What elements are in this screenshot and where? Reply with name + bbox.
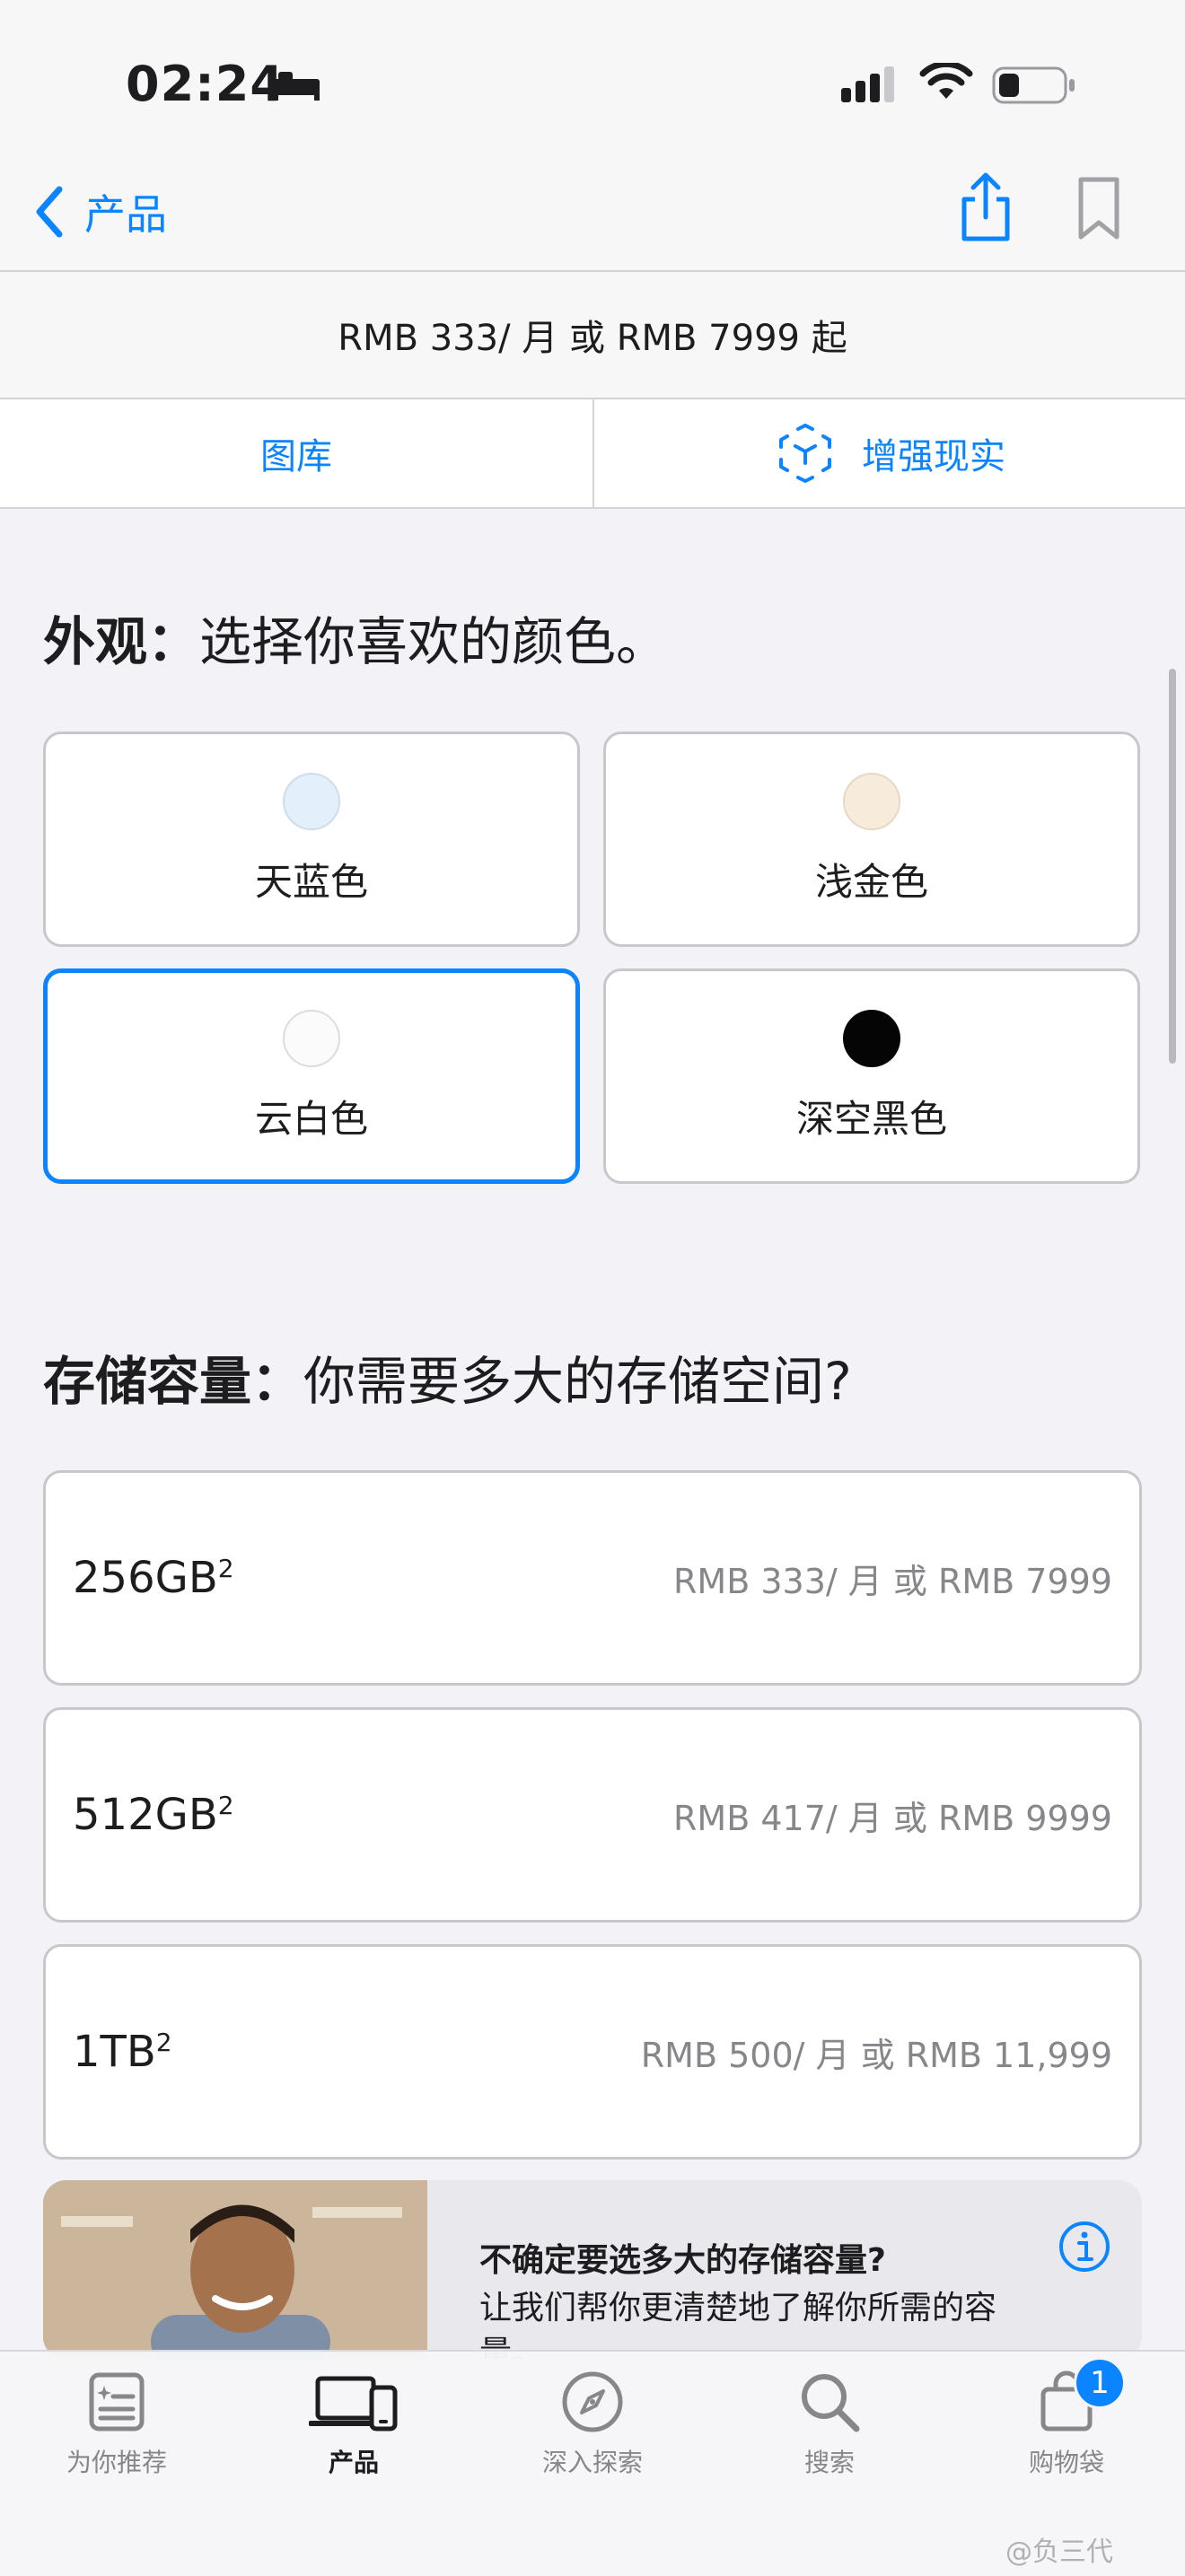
color-option-light-gold[interactable]: 浅金色 <box>603 732 1140 947</box>
battery-icon <box>992 66 1075 104</box>
bookmark-icon[interactable] <box>1077 176 1120 241</box>
appearance-heading: 外观：选择你喜欢的颜色。 <box>43 611 669 672</box>
chevron-left-icon <box>36 186 63 238</box>
tab-bag[interactable]: 购物袋 <box>977 2370 1156 2479</box>
color-label: 天蓝色 <box>254 859 368 904</box>
divider <box>0 507 1185 509</box>
cellular-signal-icon <box>841 66 894 102</box>
storage-heading: 存储容量：你需要多大的存储空间? <box>43 1351 852 1412</box>
specialist-illustration <box>43 2180 427 2360</box>
color-swatch <box>843 1009 900 1067</box>
tab-explore[interactable]: 深入探索 <box>503 2370 682 2479</box>
tab-label: 深入探索 <box>541 2448 643 2477</box>
back-label: 产品 <box>84 190 167 239</box>
sleep-focus-icon <box>273 72 320 101</box>
tab-label: 产品 <box>328 2448 379 2477</box>
tab-label: 为你推荐 <box>66 2448 167 2477</box>
storage-price: RMB 500/ 月 或 RMB 11,999 <box>640 2035 1112 2075</box>
bag-count-badge: 1 <box>1074 2357 1126 2409</box>
tab-label: 搜索 <box>803 2448 855 2477</box>
tab-products[interactable]: 产品 <box>264 2370 443 2479</box>
promo-body: 让我们帮你更清楚地了解你所需的容量。 <box>479 2290 997 2360</box>
storage-help-card[interactable]: 不确定要选多大的存储容量? 让我们帮你更清楚地了解你所需的容量。 <box>43 2180 1142 2360</box>
tab-label: 购物袋 <box>1028 2448 1104 2477</box>
ar-tab-label: 增强现实 <box>862 436 1005 478</box>
back-button[interactable]: 产品 <box>34 182 167 241</box>
gallery-tab[interactable]: 图库 <box>0 399 592 507</box>
color-swatch <box>283 772 340 830</box>
color-option-cloud-white[interactable]: 云白色 <box>43 968 580 1184</box>
watermark: @负三代 <box>1005 2537 1113 2568</box>
compass-icon <box>562 2371 623 2432</box>
ar-cube-icon <box>779 424 831 483</box>
storage-capacity: 512GB2 <box>73 1790 234 1840</box>
tab-search[interactable]: 搜索 <box>740 2370 919 2479</box>
color-swatch <box>283 1009 340 1067</box>
color-label: 深空黑色 <box>795 1096 947 1141</box>
color-option-sky-blue[interactable]: 天蓝色 <box>43 732 580 947</box>
promo-title: 不确定要选多大的存储容量? <box>479 2242 886 2279</box>
storage-capacity: 1TB2 <box>73 2027 172 2077</box>
storage-option-1tb[interactable]: 1TB2 RMB 500/ 月 或 RMB 11,999 <box>43 1944 1142 2160</box>
storage-price: RMB 417/ 月 或 RMB 9999 <box>673 1798 1112 1838</box>
color-label: 浅金色 <box>814 859 928 904</box>
specialist-photo <box>43 2180 427 2360</box>
wifi-icon <box>919 63 973 99</box>
search-icon <box>802 2374 860 2432</box>
status-time: 02:24 <box>126 56 285 112</box>
for-you-icon <box>89 2372 145 2431</box>
gallery-tab-label: 图库 <box>260 436 332 478</box>
storage-capacity: 256GB2 <box>73 1553 234 1603</box>
storage-price: RMB 333/ 月 或 RMB 7999 <box>673 1561 1112 1601</box>
ar-tab[interactable]: 增强现实 <box>594 399 1185 507</box>
color-label: 云白色 <box>254 1096 368 1141</box>
color-option-space-black[interactable]: 深空黑色 <box>603 968 1140 1184</box>
storage-option-512gb[interactable]: 512GB2 RMB 417/ 月 或 RMB 9999 <box>43 1707 1142 1923</box>
color-swatch <box>843 772 900 830</box>
info-icon[interactable] <box>1058 2220 1111 2274</box>
storage-option-256gb[interactable]: 256GB2 RMB 333/ 月 或 RMB 7999 <box>43 1470 1142 1686</box>
scrollbar[interactable] <box>1169 669 1176 1064</box>
devices-icon <box>309 2376 398 2431</box>
price-summary: RMB 333/ 月 或 RMB 7999 起 <box>0 272 1185 398</box>
share-icon[interactable] <box>957 171 1014 244</box>
tab-for-you[interactable]: 为你推荐 <box>27 2370 206 2479</box>
